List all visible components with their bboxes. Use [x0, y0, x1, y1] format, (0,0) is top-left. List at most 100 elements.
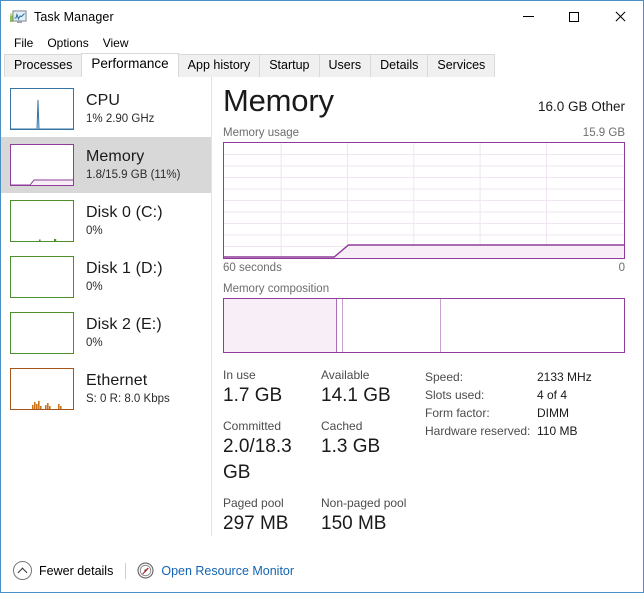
- stat-available: Available 14.1 GB: [321, 367, 419, 409]
- usage-caption-label: Memory usage: [223, 127, 300, 139]
- fewer-details-button[interactable]: Fewer details: [13, 561, 113, 580]
- minimize-icon: [522, 16, 534, 17]
- task-manager-window: Task Manager File Options View Processes…: [0, 0, 644, 593]
- composition-divider-3: [440, 299, 441, 352]
- stat-row: Committed 2.0/18.3 GB Cached 1.3 GB: [223, 418, 419, 486]
- composition-inuse-segment: [224, 299, 336, 352]
- page-title: Memory: [223, 83, 334, 118]
- usage-graph-axis: 60 seconds 0: [223, 262, 625, 274]
- resource-monitor-label: Open Resource Monitor: [161, 563, 295, 578]
- sidebar-item-sub: S: 0 R: 8.0 Kbps: [86, 392, 170, 405]
- memory-usage-graph: [223, 142, 625, 259]
- stats-right-column: Speed: 2133 MHz Slots used: 4 of 4 Form …: [419, 367, 625, 546]
- sidebar-item-sub: 1.8/15.9 GB (11%): [86, 168, 181, 181]
- stat-label: Cached: [321, 419, 363, 433]
- stat-label: Paged pool: [223, 496, 284, 510]
- menu-item-options[interactable]: Options: [40, 34, 95, 52]
- sidebar-labels: Disk 0 (C:) 0%: [86, 204, 163, 238]
- time-axis-right-label: 0: [618, 262, 625, 274]
- sidebar-item-title: Disk 0 (C:): [86, 204, 163, 222]
- tab-details[interactable]: Details: [370, 54, 429, 77]
- task-manager-icon: [9, 8, 27, 26]
- info-value: 2133 MHz: [537, 370, 592, 384]
- sidebar-item-sub: 0%: [86, 336, 103, 349]
- tab-app-history[interactable]: App history: [177, 54, 261, 77]
- menu-item-view[interactable]: View: [96, 34, 136, 52]
- stat-cached: Cached 1.3 GB: [321, 418, 419, 486]
- tab-performance[interactable]: Performance: [81, 53, 179, 77]
- footer-bar: Fewer details Open Resource Monitor: [1, 549, 643, 592]
- composition-divider-2: [342, 299, 344, 352]
- ethernet-thumbnail-graph: [10, 368, 74, 410]
- info-value: 4 of 4: [537, 388, 568, 402]
- sidebar-item-sub: 0%: [86, 224, 103, 237]
- info-row-form-factor: Form factor: DIMM: [425, 404, 625, 422]
- stat-in-use: In use 1.7 GB: [223, 367, 321, 409]
- footer-divider: [125, 562, 127, 579]
- tab-processes[interactable]: Processes: [4, 54, 83, 77]
- disk2-thumbnail-graph: [10, 312, 74, 354]
- usage-graph-caption: Memory usage 15.9 GB: [223, 127, 625, 139]
- info-key: Slots used:: [425, 388, 485, 402]
- sidebar-item-sub: 1% 2.90 GHz: [86, 112, 155, 125]
- maximize-button[interactable]: [551, 1, 597, 32]
- tab-startup[interactable]: Startup: [259, 54, 320, 77]
- sidebar-item-disk-1[interactable]: Disk 1 (D:) 0%: [1, 249, 211, 305]
- stat-value: 1.7 GB: [223, 385, 283, 406]
- stat-committed: Committed 2.0/18.3 GB: [223, 418, 321, 486]
- close-button[interactable]: [597, 1, 643, 32]
- info-key: Speed:: [425, 370, 464, 384]
- stat-value: 150 MB: [321, 513, 387, 534]
- sidebar-item-disk-0[interactable]: Disk 0 (C:) 0%: [1, 193, 211, 249]
- maximize-icon: [569, 11, 579, 22]
- sidebar-item-disk-2[interactable]: Disk 2 (E:) 0%: [1, 305, 211, 361]
- window-controls: [505, 1, 643, 32]
- info-key: Hardware reserved:: [425, 424, 531, 438]
- sidebar-labels: Ethernet S: 0 R: 8.0 Kbps: [86, 372, 170, 406]
- sidebar-labels: CPU 1% 2.90 GHz: [86, 92, 154, 126]
- stat-label: Available: [321, 368, 370, 382]
- composition-divider-1: [336, 299, 337, 352]
- sidebar-item-title: Memory: [86, 148, 145, 166]
- usage-max-label: 15.9 GB: [582, 127, 625, 139]
- performance-sidebar: CPU 1% 2.90 GHz Memory 1.8/15.9 GB (11%): [1, 77, 212, 536]
- stat-row: In use 1.7 GB Available 14.1 GB: [223, 367, 419, 409]
- title-bar: Task Manager: [1, 1, 643, 32]
- stat-paged-pool: Paged pool 297 MB: [223, 495, 321, 537]
- info-row-hardware-reserved: Hardware reserved: 110 MB: [425, 422, 625, 440]
- open-resource-monitor-link[interactable]: Open Resource Monitor: [137, 562, 294, 579]
- resource-monitor-icon: [137, 562, 154, 579]
- stat-label: Committed: [223, 419, 282, 433]
- sidebar-labels: Disk 2 (E:) 0%: [86, 316, 162, 350]
- info-row-slots-used: Slots used: 4 of 4: [425, 386, 625, 404]
- stat-value: 1.3 GB: [321, 436, 381, 457]
- sidebar-item-title: Disk 1 (D:): [86, 260, 163, 278]
- memory-thumbnail-graph: [10, 144, 74, 186]
- stat-value: 2.0/18.3 GB: [223, 436, 292, 483]
- sidebar-labels: Memory 1.8/15.9 GB (11%): [86, 148, 180, 182]
- stats-left-column: In use 1.7 GB Available 14.1 GB Committe…: [223, 367, 419, 546]
- close-icon: [614, 11, 626, 23]
- tab-services[interactable]: Services: [427, 54, 496, 77]
- sidebar-item-memory[interactable]: Memory 1.8/15.9 GB (11%): [1, 137, 211, 193]
- menu-item-file[interactable]: File: [7, 34, 40, 52]
- stat-value: 14.1 GB: [321, 385, 391, 406]
- sidebar-item-title: Ethernet: [86, 372, 148, 390]
- memory-detail-panel: Memory 16.0 GB Other Memory usage 15.9 G…: [212, 77, 643, 536]
- info-value: DIMM: [537, 406, 569, 420]
- stat-value: 297 MB: [223, 513, 289, 534]
- stat-label: Non-paged pool: [321, 496, 407, 510]
- minimize-button[interactable]: [505, 1, 551, 32]
- tab-users[interactable]: Users: [318, 54, 372, 77]
- window-title: Task Manager: [34, 9, 114, 24]
- stat-row: Paged pool 297 MB Non-paged pool 150 MB: [223, 495, 419, 537]
- memory-total-label: 16.0 GB Other: [537, 99, 625, 114]
- time-axis-left-label: 60 seconds: [223, 262, 282, 274]
- disk0-thumbnail-graph: [10, 200, 74, 242]
- sidebar-item-title: CPU: [86, 92, 121, 110]
- sidebar-item-ethernet[interactable]: Ethernet S: 0 R: 8.0 Kbps: [1, 361, 211, 417]
- sidebar-item-sub: 0%: [86, 280, 103, 293]
- sidebar-item-cpu[interactable]: CPU 1% 2.90 GHz: [1, 81, 211, 137]
- sidebar-item-title: Disk 2 (E:): [86, 316, 162, 334]
- cpu-thumbnail-graph: [10, 88, 74, 130]
